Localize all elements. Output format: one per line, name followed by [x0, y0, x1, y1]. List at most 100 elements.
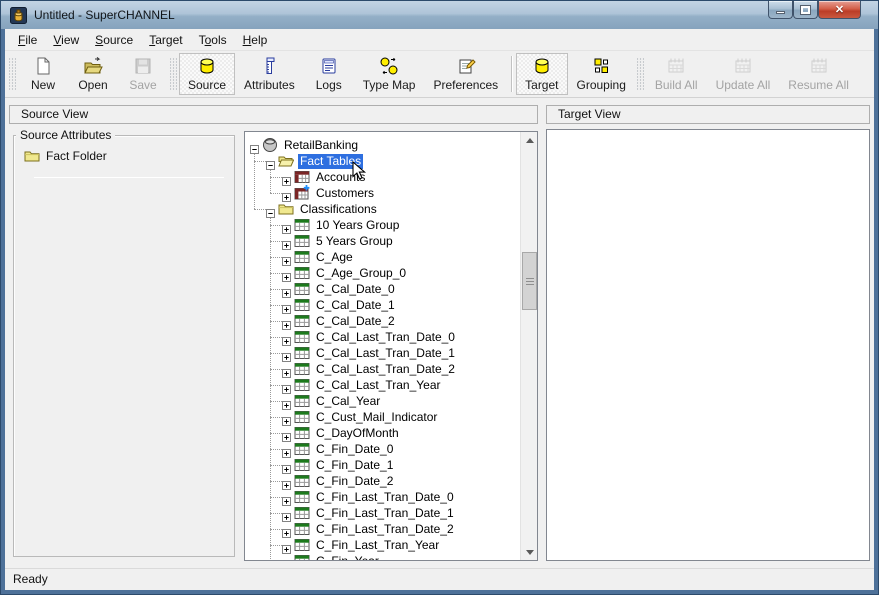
tree-row-c-fin-date-1[interactable]: C_Fin_Date_1	[247, 457, 519, 473]
tree-node-label[interactable]: Accounts	[314, 170, 367, 185]
expand-icon[interactable]	[282, 237, 291, 246]
tree-row-c-cal-year[interactable]: C_Cal_Year	[247, 393, 519, 409]
expand-icon[interactable]	[282, 173, 291, 182]
expand-icon[interactable]	[282, 509, 291, 518]
expand-icon[interactable]	[282, 349, 291, 358]
tree-row-c-cal-last-tran-date-0[interactable]: C_Cal_Last_Tran_Date_0	[247, 329, 519, 345]
target-view-area[interactable]	[546, 129, 870, 561]
toolbar-button-preferences[interactable]: Preferences	[424, 53, 507, 95]
tree-node-label[interactable]: C_Cal_Last_Tran_Date_2	[314, 362, 457, 377]
scrollbar-thumb[interactable]	[522, 252, 537, 310]
tree-node-label[interactable]: C_Cal_Last_Tran_Date_0	[314, 330, 457, 345]
toolbar-grip[interactable]	[9, 58, 16, 90]
expand-icon[interactable]	[282, 445, 291, 454]
menu-file[interactable]: File	[10, 30, 45, 50]
expand-icon[interactable]	[282, 301, 291, 310]
expand-icon[interactable]	[282, 333, 291, 342]
expand-icon[interactable]	[282, 253, 291, 262]
expand-icon[interactable]	[282, 557, 291, 562]
source-attribute-item[interactable]: Fact Folder	[24, 148, 234, 164]
tree-row-5-years-group[interactable]: 5 Years Group	[247, 233, 519, 249]
tree-row-c-fin-last-tran-year[interactable]: C_Fin_Last_Tran_Year	[247, 537, 519, 553]
tree-row-c-fin-date-2[interactable]: C_Fin_Date_2	[247, 473, 519, 489]
toolbar-button-target[interactable]: Target	[516, 53, 567, 95]
tree-row-retailbanking[interactable]: RetailBanking	[247, 137, 519, 153]
tree-row-fact-tables[interactable]: Fact Tables	[247, 153, 519, 169]
maximize-button[interactable]	[793, 1, 818, 19]
tree-row-customers[interactable]: Customers	[247, 185, 519, 201]
tree-row-classifications[interactable]: Classifications	[247, 201, 519, 217]
tree-node-label[interactable]: C_Fin_Date_1	[314, 458, 395, 473]
tree-node-label[interactable]: Customers	[314, 186, 376, 201]
tree-node-label[interactable]: C_Cal_Date_2	[314, 314, 397, 329]
tree-node-label[interactable]: C_Age	[314, 250, 355, 265]
close-button[interactable]: ✕	[818, 1, 861, 19]
expand-icon[interactable]	[282, 477, 291, 486]
tree-row-c-cal-date-1[interactable]: C_Cal_Date_1	[247, 297, 519, 313]
tree-row-c-cal-date-2[interactable]: C_Cal_Date_2	[247, 313, 519, 329]
scroll-down-button[interactable]	[521, 544, 538, 560]
minimize-button[interactable]	[768, 1, 793, 19]
tree-row-c-cust-mail-indicator[interactable]: C_Cust_Mail_Indicator	[247, 409, 519, 425]
tree-node-label[interactable]: C_Cal_Date_0	[314, 282, 397, 297]
expand-icon[interactable]	[282, 365, 291, 374]
tree-row-c-cal-last-tran-date-2[interactable]: C_Cal_Last_Tran_Date_2	[247, 361, 519, 377]
expand-icon[interactable]	[282, 525, 291, 534]
tree-row-c-cal-date-0[interactable]: C_Cal_Date_0	[247, 281, 519, 297]
collapse-icon[interactable]	[266, 157, 275, 166]
tree-row-c-cal-last-tran-year[interactable]: C_Cal_Last_Tran_Year	[247, 377, 519, 393]
expand-icon[interactable]	[282, 397, 291, 406]
menu-help[interactable]: Help	[235, 30, 276, 50]
collapse-icon[interactable]	[250, 141, 259, 150]
tree-node-label[interactable]: 10 Years Group	[314, 218, 401, 233]
tree-node-label[interactable]: C_DayOfMonth	[314, 426, 401, 441]
tree-node-label[interactable]: C_Fin_Last_Tran_Date_0	[314, 490, 456, 505]
tree-row-c-age-group-0[interactable]: C_Age_Group_0	[247, 265, 519, 281]
tree-scrollbar[interactable]	[520, 132, 537, 560]
tree-row-c-fin-last-tran-date-2[interactable]: C_Fin_Last_Tran_Date_2	[247, 521, 519, 537]
tree-node-label[interactable]: C_Fin_Last_Tran_Date_1	[314, 506, 456, 521]
scroll-up-button[interactable]	[521, 132, 538, 148]
tree-node-label[interactable]: C_Fin_Date_2	[314, 474, 395, 489]
expand-icon[interactable]	[282, 541, 291, 550]
tree-node-label[interactable]: C_Cal_Date_1	[314, 298, 397, 313]
expand-icon[interactable]	[282, 269, 291, 278]
tree-node-label[interactable]: Fact Tables	[298, 154, 363, 169]
menu-source[interactable]: Source	[87, 30, 141, 50]
toolbar-button-logs[interactable]: Logs	[304, 53, 354, 95]
toolbar-button-open[interactable]: Open	[68, 53, 118, 95]
expand-icon[interactable]	[282, 381, 291, 390]
tree-node-label[interactable]: RetailBanking	[282, 138, 360, 153]
toolbar-button-grouping[interactable]: Grouping	[568, 53, 635, 95]
toolbar-button-type-map[interactable]: Type Map	[354, 53, 425, 95]
toolbar-button-new[interactable]: New	[18, 53, 68, 95]
tree-node-label[interactable]: C_Age_Group_0	[314, 266, 408, 281]
expand-icon[interactable]	[282, 189, 291, 198]
tree-row-c-fin-date-0[interactable]: C_Fin_Date_0	[247, 441, 519, 457]
expand-icon[interactable]	[282, 317, 291, 326]
tree-node-label[interactable]: C_Fin_Last_Tran_Year	[314, 538, 441, 553]
tree-row-c-fin-last-tran-date-0[interactable]: C_Fin_Last_Tran_Date_0	[247, 489, 519, 505]
tree-node-label[interactable]: C_Cal_Last_Tran_Year	[314, 378, 443, 393]
expand-icon[interactable]	[282, 221, 291, 230]
expand-icon[interactable]	[282, 461, 291, 470]
tree-node-label[interactable]: Classifications	[298, 202, 379, 217]
titlebar[interactable]: Untitled - SuperCHANNEL ✕	[1, 1, 878, 29]
tree-node-label[interactable]: C_Fin_Last_Tran_Date_2	[314, 522, 456, 537]
toolbar-button-attributes[interactable]: Attributes	[235, 53, 304, 95]
toolbar-grip[interactable]	[637, 58, 644, 90]
toolbar-button-source[interactable]: Source	[179, 53, 235, 95]
menu-tools[interactable]: Tools	[191, 30, 235, 50]
menu-target[interactable]: Target	[141, 30, 190, 50]
tree-node-label[interactable]: C_Cal_Year	[314, 394, 382, 409]
tree-node-label[interactable]: C_Fin_Date_0	[314, 442, 395, 457]
tree-row-c-fin-last-tran-date-1[interactable]: C_Fin_Last_Tran_Date_1	[247, 505, 519, 521]
collapse-icon[interactable]	[266, 205, 275, 214]
expand-icon[interactable]	[282, 493, 291, 502]
tree-row-c-cal-last-tran-date-1[interactable]: C_Cal_Last_Tran_Date_1	[247, 345, 519, 361]
tree-row-accounts[interactable]: Accounts	[247, 169, 519, 185]
expand-icon[interactable]	[282, 285, 291, 294]
tree-row-c-fin-year[interactable]: C_Fin_Year	[247, 553, 519, 561]
expand-icon[interactable]	[282, 429, 291, 438]
menu-view[interactable]: View	[45, 30, 87, 50]
